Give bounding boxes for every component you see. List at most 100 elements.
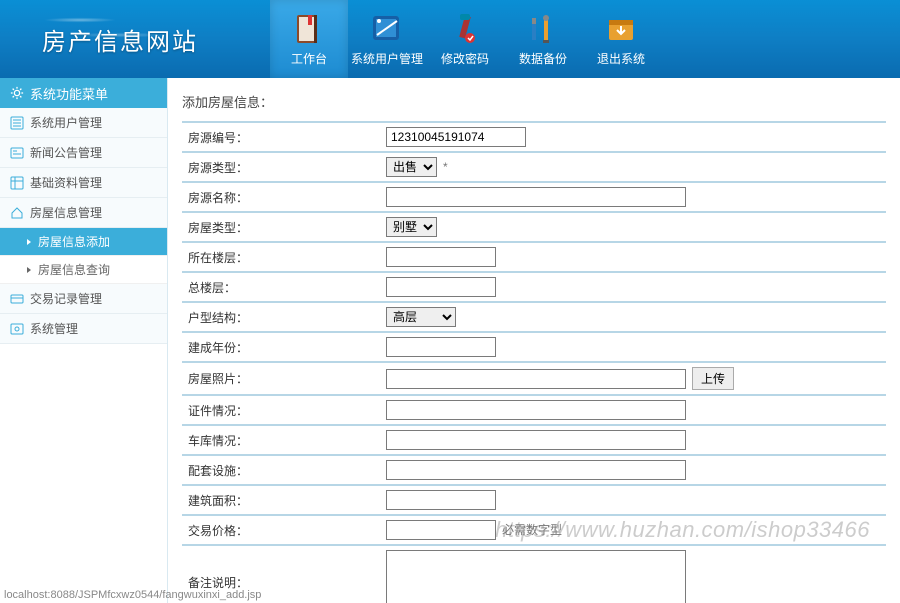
user-mgmt-icon: [370, 12, 404, 46]
trade-icon: [10, 292, 24, 306]
site-title: 房产信息网站: [0, 22, 270, 57]
form-value-cell: [380, 395, 886, 425]
text-input[interactable]: [386, 430, 686, 450]
form-value-cell: [380, 272, 886, 302]
form-label: 户型结构：: [182, 302, 380, 332]
sidebar-sub-house-query[interactable]: 房屋信息查询: [0, 256, 167, 284]
select-input[interactable]: 出售: [386, 157, 437, 177]
sidebar-item-label: 系统管理: [30, 320, 78, 337]
workbench-icon: [292, 12, 326, 46]
form-row: 房源编号：: [182, 122, 886, 152]
form-row: 交易价格： 必需数字型: [182, 515, 886, 545]
sidebar-item-label: 系统用户管理: [30, 114, 102, 131]
form-label: 房源名称：: [182, 182, 380, 212]
form-row: 建成年份：: [182, 332, 886, 362]
upload-button[interactable]: 上传: [692, 367, 734, 390]
upload-path-input[interactable]: [386, 369, 686, 389]
form-value-cell: [380, 242, 886, 272]
sidebar-header: 系统功能菜单: [0, 78, 167, 108]
password-icon: [448, 12, 482, 46]
form-label: 房源类型：: [182, 152, 380, 182]
form-value-cell: [380, 332, 886, 362]
house-icon: [10, 206, 24, 220]
sidebar-item-label: 基础资料管理: [30, 174, 102, 191]
form-label: 证件情况：: [182, 395, 380, 425]
form-value-cell: 出售 *: [380, 152, 886, 182]
backup-icon: [526, 12, 560, 46]
form-value-cell: [380, 122, 886, 152]
form-label: 总楼层：: [182, 272, 380, 302]
header: 房产信息网站 工作台 系统用户管理 修改密码 数据备份 退出系统: [0, 0, 900, 78]
form-value-cell: 别墅: [380, 212, 886, 242]
form-row: 证件情况：: [182, 395, 886, 425]
text-input[interactable]: [386, 127, 526, 147]
topnav: 工作台 系统用户管理 修改密码 数据备份 退出系统: [270, 0, 660, 78]
form-value-cell: 上传: [380, 362, 886, 395]
form-label: 所在楼层：: [182, 242, 380, 272]
textarea-input[interactable]: [386, 550, 686, 603]
sidebar-item-label: 交易记录管理: [30, 290, 102, 307]
text-input[interactable]: [386, 520, 496, 540]
content: 添加房屋信息： 房源编号：房源类型：出售*房源名称：房屋类型：别墅所在楼层：总楼…: [168, 78, 900, 603]
form-row: 房源名称：: [182, 182, 886, 212]
gear-icon: [10, 86, 24, 100]
topnav-backup[interactable]: 数据备份: [504, 0, 582, 78]
sidebar-header-label: 系统功能菜单: [30, 84, 108, 103]
text-input[interactable]: [386, 490, 496, 510]
sidebar-item-house[interactable]: 房屋信息管理: [0, 198, 167, 228]
hint-text: *: [443, 160, 448, 174]
text-input[interactable]: [386, 277, 496, 297]
status-bar: localhost:8088/JSPMfcxwz0544/fangwuxinxi…: [0, 587, 265, 603]
form-row: 所在楼层：: [182, 242, 886, 272]
list-icon: [10, 116, 24, 130]
form-value-cell: [380, 545, 886, 603]
form-label: 建筑面积：: [182, 485, 380, 515]
topnav-label: 数据备份: [519, 50, 567, 67]
text-input[interactable]: [386, 187, 686, 207]
form-row: 总楼层：: [182, 272, 886, 302]
topnav-label: 修改密码: [441, 50, 489, 67]
form-row: 车库情况：: [182, 425, 886, 455]
form-value-cell: 必需数字型: [380, 515, 886, 545]
form-row: 配套设施：: [182, 455, 886, 485]
sidebar-item-trade[interactable]: 交易记录管理: [0, 284, 167, 314]
form-label: 配套设施：: [182, 455, 380, 485]
text-input[interactable]: [386, 247, 496, 267]
form-label: 房源编号：: [182, 122, 380, 152]
form-value-cell: [380, 182, 886, 212]
form-label: 交易价格：: [182, 515, 380, 545]
form-row: 房屋照片：上传: [182, 362, 886, 395]
chevron-right-icon: [24, 237, 34, 247]
text-input[interactable]: [386, 460, 686, 480]
topnav-workbench[interactable]: 工作台: [270, 0, 348, 78]
data-icon: [10, 176, 24, 190]
form-row: 备注说明：: [182, 545, 886, 603]
form-value-cell: [380, 425, 886, 455]
form-label: 房屋类型：: [182, 212, 380, 242]
sidebar-item-label: 房屋信息管理: [30, 204, 102, 221]
system-icon: [10, 322, 24, 336]
topnav-user-mgmt[interactable]: 系统用户管理: [348, 0, 426, 78]
select-input[interactable]: 别墅: [386, 217, 437, 237]
select-input[interactable]: 高层: [386, 307, 456, 327]
topnav-logout[interactable]: 退出系统: [582, 0, 660, 78]
hint-text: 必需数字型: [502, 523, 562, 537]
topnav-password[interactable]: 修改密码: [426, 0, 504, 78]
sidebar-item-system[interactable]: 系统管理: [0, 314, 167, 344]
form-value-cell: [380, 485, 886, 515]
form-table: 房源编号：房源类型： 出售 * 房源名称：房屋类型： 别墅所在楼层：总楼层：户型结构： 高…: [182, 121, 886, 603]
text-input[interactable]: [386, 400, 686, 420]
sidebar-item-user-mgmt[interactable]: 系统用户管理: [0, 108, 167, 138]
sidebar-item-basedata[interactable]: 基础资料管理: [0, 168, 167, 198]
sidebar-sub-house-add[interactable]: 房屋信息添加: [0, 228, 167, 256]
form-row: 房屋类型： 别墅: [182, 212, 886, 242]
sidebar-item-news[interactable]: 新闻公告管理: [0, 138, 167, 168]
topnav-label: 系统用户管理: [351, 50, 423, 67]
chevron-right-icon: [24, 265, 34, 275]
sidebar: 系统功能菜单 系统用户管理 新闻公告管理 基础资料管理 房屋信息管理 房屋信息添…: [0, 78, 168, 603]
sidebar-sub-label: 房屋信息添加: [38, 233, 110, 250]
form-row: 建筑面积：: [182, 485, 886, 515]
form-row: 房源类型： 出售 *: [182, 152, 886, 182]
text-input[interactable]: [386, 337, 496, 357]
form-value-cell: [380, 455, 886, 485]
